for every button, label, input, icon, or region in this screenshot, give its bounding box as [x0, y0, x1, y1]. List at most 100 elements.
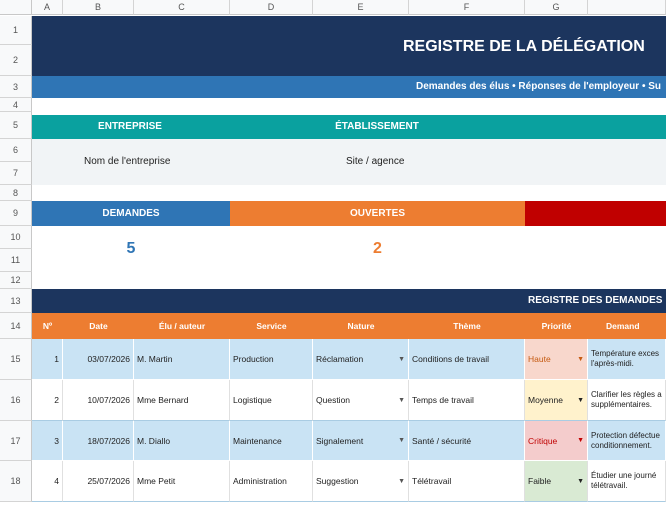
- row-header-11[interactable]: 11: [0, 249, 32, 272]
- select-all-corner[interactable]: [0, 0, 32, 15]
- author-text: Mme Petit: [137, 476, 176, 486]
- request-text-cell[interactable]: Température exces l'après-midi.: [588, 339, 666, 380]
- priority-cell[interactable]: Moyenne ▼: [525, 380, 588, 421]
- row-header-2[interactable]: 2: [0, 45, 32, 76]
- dropdown-arrow-icon[interactable]: ▼: [577, 356, 584, 363]
- nature-text: Réclamation: [316, 354, 364, 364]
- dropdown-arrow-icon[interactable]: ▼: [398, 397, 405, 404]
- column-header-h[interactable]: [588, 0, 666, 15]
- nature-cell[interactable]: Question ▼: [313, 380, 409, 421]
- request-text-cell[interactable]: Étudier une journé télétravail.: [588, 461, 666, 502]
- row-number-text: 3: [54, 435, 59, 446]
- service-text: Production: [233, 354, 274, 364]
- theme-text: Temps de travail: [412, 395, 474, 405]
- dropdown-arrow-icon[interactable]: ▼: [577, 437, 584, 444]
- table-header-6[interactable]: Thème: [409, 313, 525, 339]
- subtitle-band: Demandes des élus • Réponses de l'employ…: [32, 76, 666, 98]
- priority-text: Moyenne: [528, 395, 563, 405]
- row-header-4[interactable]: 4: [0, 98, 32, 112]
- row-header-6[interactable]: 6: [0, 139, 32, 162]
- row-header-9[interactable]: 9: [0, 201, 32, 226]
- service-cell[interactable]: Logistique: [230, 380, 313, 421]
- column-header-e[interactable]: E: [313, 0, 409, 15]
- priority-cell[interactable]: Haute ▼: [525, 339, 588, 380]
- row-number-cell[interactable]: 3: [32, 421, 63, 461]
- row-number-cell[interactable]: 4: [32, 461, 63, 502]
- table-header-7[interactable]: Priorité: [525, 313, 588, 339]
- request-date-cell[interactable]: 18/07/2026: [63, 421, 134, 461]
- column-header-g[interactable]: G: [525, 0, 588, 15]
- site-name-cell[interactable]: Site / agence: [346, 156, 404, 167]
- row-header-18[interactable]: 18: [0, 461, 32, 502]
- nature-text: Question: [316, 395, 351, 405]
- table-header-8[interactable]: Demand: [588, 313, 666, 339]
- dropdown-arrow-icon[interactable]: ▼: [577, 478, 584, 485]
- row-header-1[interactable]: 1: [0, 16, 32, 45]
- row-header-13[interactable]: 13: [0, 289, 32, 313]
- dropdown-arrow-icon[interactable]: ▼: [398, 437, 405, 444]
- author-cell[interactable]: Mme Bernard: [134, 380, 230, 421]
- table-header-5[interactable]: Nature: [313, 313, 409, 339]
- kpi-value-2: 2: [373, 240, 382, 257]
- row-header-5[interactable]: 5: [0, 112, 32, 139]
- site-header-label: ÉTABLISSEMENT: [335, 121, 419, 132]
- company-name-cell[interactable]: Nom de l'entreprise: [84, 156, 170, 167]
- theme-cell[interactable]: Santé / sécurité: [409, 421, 525, 461]
- row-header-16[interactable]: 16: [0, 380, 32, 421]
- column-header-c[interactable]: C: [134, 0, 230, 15]
- service-cell[interactable]: Production: [230, 339, 313, 380]
- row-header-10[interactable]: 10: [0, 226, 32, 249]
- theme-cell[interactable]: Temps de travail: [409, 380, 525, 421]
- sheet-subtitle: Demandes des élus • Réponses de l'employ…: [416, 81, 662, 92]
- table-header-3[interactable]: Élu / auteur: [134, 313, 230, 339]
- request-text-text: Clarifier les règles a supplémentaires.: [591, 390, 662, 409]
- author-text: Mme Bernard: [137, 395, 189, 405]
- nature-cell[interactable]: Signalement ▼: [313, 421, 409, 461]
- theme-cell[interactable]: Conditions de travail: [409, 339, 525, 380]
- theme-cell[interactable]: Télétravail: [409, 461, 525, 502]
- author-cell[interactable]: M. Diallo: [134, 421, 230, 461]
- request-date-cell[interactable]: 10/07/2026: [63, 380, 134, 421]
- column-header-f[interactable]: F: [409, 0, 525, 15]
- row-header-12[interactable]: 12: [0, 272, 32, 289]
- author-cell[interactable]: M. Martin: [134, 339, 230, 380]
- request-text-cell[interactable]: Clarifier les règles a supplémentaires.: [588, 380, 666, 421]
- row-header-14[interactable]: 14: [0, 313, 32, 339]
- row-number-cell[interactable]: 2: [32, 380, 63, 421]
- row-number-cell[interactable]: 1: [32, 339, 63, 380]
- row-header-8[interactable]: 8: [0, 185, 32, 201]
- column-header-a[interactable]: A: [32, 0, 63, 15]
- row-header-7[interactable]: 7: [0, 162, 32, 185]
- kpi-value-3: [525, 226, 666, 272]
- register-title-band: REGISTRE DES DEMANDES: [32, 289, 666, 313]
- request-date-text: 18/07/2026: [87, 435, 130, 446]
- request-text-cell[interactable]: Protection défectue conditionnement.: [588, 421, 666, 461]
- theme-text: Santé / sécurité: [412, 435, 472, 446]
- request-date-cell[interactable]: 03/07/2026: [63, 339, 134, 380]
- nature-cell[interactable]: Suggestion ▼: [313, 461, 409, 502]
- dropdown-arrow-icon[interactable]: ▼: [398, 356, 405, 363]
- service-cell[interactable]: Maintenance: [230, 421, 313, 461]
- nature-text: Suggestion: [316, 476, 359, 486]
- dropdown-arrow-icon[interactable]: ▼: [577, 397, 584, 404]
- request-date-cell[interactable]: 25/07/2026: [63, 461, 134, 502]
- table-header-4[interactable]: Service: [230, 313, 313, 339]
- table-header-1[interactable]: Nº: [32, 313, 63, 339]
- row-header-17[interactable]: 17: [0, 421, 32, 461]
- priority-text: Faible: [528, 476, 552, 486]
- sheet-title-band: REGISTRE DE LA DÉLÉGATION: [32, 16, 666, 76]
- priority-cell[interactable]: Critique ▼: [525, 421, 588, 461]
- dropdown-arrow-icon[interactable]: ▼: [398, 478, 405, 485]
- table-header-2[interactable]: Date: [63, 313, 134, 339]
- service-text: Maintenance: [233, 435, 282, 446]
- column-header-d[interactable]: D: [230, 0, 313, 15]
- nature-cell[interactable]: Réclamation ▼: [313, 339, 409, 380]
- request-date-text: 10/07/2026: [87, 395, 130, 405]
- priority-cell[interactable]: Faible ▼: [525, 461, 588, 502]
- service-cell[interactable]: Administration: [230, 461, 313, 502]
- row-header-15[interactable]: 15: [0, 339, 32, 380]
- nature-text: Signalement: [316, 435, 364, 446]
- row-header-3[interactable]: 3: [0, 76, 32, 98]
- author-cell[interactable]: Mme Petit: [134, 461, 230, 502]
- column-header-b[interactable]: B: [63, 0, 134, 15]
